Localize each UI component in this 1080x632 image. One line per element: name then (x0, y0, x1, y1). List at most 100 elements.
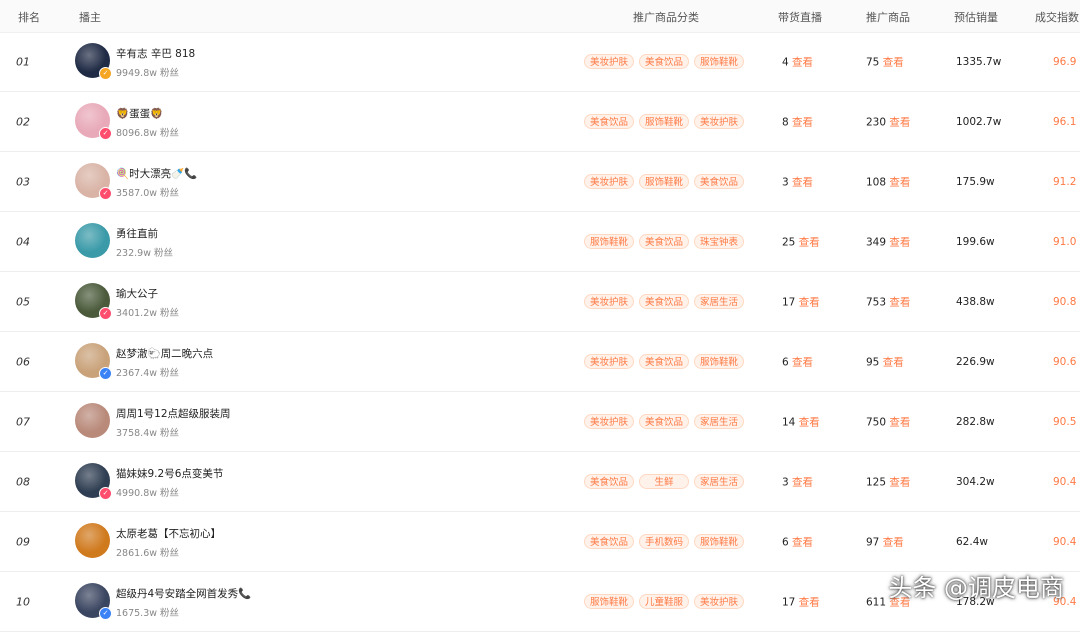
view-live-link[interactable]: 查看 (792, 476, 813, 488)
view-goods-link[interactable]: 查看 (889, 176, 910, 188)
view-live-link[interactable]: 查看 (792, 536, 813, 548)
view-goods-link[interactable]: 查看 (883, 356, 904, 368)
category-tag: 美妆护肤 (694, 114, 744, 129)
deal-index: 90.8 (1053, 295, 1077, 308)
category-tag: 服饰鞋靴 (694, 54, 744, 69)
view-goods-link[interactable]: 查看 (883, 56, 904, 68)
anchor-name[interactable]: 瑜大公子 (116, 286, 158, 301)
anchor-name[interactable]: 周周1号12点超级服装周 (116, 406, 231, 421)
goods-count: 349 查看 (866, 236, 911, 248)
table-row[interactable]: 01 ✓ 辛有志 辛巴 818 9949.8w 粉丝 美妆护肤 美食饮品 服饰鞋… (0, 32, 1080, 92)
fans-count: 232.9w 粉丝 (116, 248, 173, 259)
category-tag: 美妆护肤 (584, 294, 634, 309)
fans-count: 2861.6w 粉丝 (116, 548, 180, 559)
category-tag: 美妆护肤 (584, 54, 634, 69)
rank-number: 09 (16, 535, 30, 548)
table-header: 排名 播主 推广商品分类 带货直播 推广商品 预估销量 成交指数 (0, 0, 1080, 33)
view-live-link[interactable]: 查看 (799, 416, 820, 428)
estimated-sales: 226.9w (956, 355, 995, 368)
ranking-table: 01 ✓ 辛有志 辛巴 818 9949.8w 粉丝 美妆护肤 美食饮品 服饰鞋… (0, 32, 1080, 632)
table-row[interactable]: 09 太原老葛【不忘初心】 2861.6w 粉丝 美食饮品 手机数码 服饰鞋靴 … (0, 512, 1080, 572)
anchor-name[interactable]: 勇往直前 (116, 226, 158, 241)
category-tag: 家居生活 (694, 414, 744, 429)
estimated-sales: 438.8w (956, 295, 995, 308)
table-row[interactable]: 06 ✓ 赵梦澈🐑周二晚六点 2367.4w 粉丝 美妆护肤 美食饮品 服饰鞋靴… (0, 332, 1080, 392)
avatar[interactable] (75, 223, 110, 258)
category-tag: 服饰鞋靴 (694, 534, 744, 549)
estimated-sales: 282.8w (956, 415, 995, 428)
avatar-image (75, 523, 110, 558)
live-count: 17 查看 (782, 596, 820, 608)
goods-count: 95 查看 (866, 356, 904, 368)
view-live-link[interactable]: 查看 (792, 56, 813, 68)
view-goods-link[interactable]: 查看 (889, 116, 910, 128)
table-row[interactable]: 02 ✓ 🦁蛋蛋🦁 8096.8w 粉丝 美食饮品 服饰鞋靴 美妆护肤 8 查看… (0, 92, 1080, 152)
view-goods-link[interactable]: 查看 (889, 416, 910, 428)
anchor-name[interactable]: 超级丹4号安踏全网首发秀📞 (116, 586, 251, 601)
col-category: 推广商品分类 (633, 11, 699, 24)
estimated-sales: 1002.7w (956, 115, 1002, 128)
category-tag: 美食饮品 (639, 354, 689, 369)
table-row[interactable]: 03 ✓ 🍭时大漂亮🍼📞 3587.0w 粉丝 美妆护肤 服饰鞋靴 美食饮品 3… (0, 152, 1080, 212)
deal-index: 90.6 (1053, 355, 1077, 368)
view-live-link[interactable]: 查看 (792, 116, 813, 128)
anchor-name[interactable]: 辛有志 辛巴 818 (116, 46, 195, 61)
col-sales: 预估销量 (954, 11, 998, 24)
anchor-name[interactable]: 猫妹妹9.2号6点变美节 (116, 466, 223, 481)
fans-count: 4990.8w 粉丝 (116, 488, 180, 499)
avatar[interactable]: ✓ (75, 463, 112, 500)
table-row[interactable]: 04 勇往直前 232.9w 粉丝 服饰鞋靴 美食饮品 珠宝钟表 25 查看 3… (0, 212, 1080, 272)
fans-count: 3401.2w 粉丝 (116, 308, 180, 319)
live-count: 3 查看 (782, 176, 814, 188)
avatar[interactable] (75, 523, 110, 558)
avatar[interactable]: ✓ (75, 163, 112, 200)
avatar[interactable]: ✓ (75, 43, 112, 80)
category-tag: 美妆护肤 (694, 594, 744, 609)
view-goods-link[interactable]: 查看 (889, 296, 910, 308)
avatar[interactable]: ✓ (75, 343, 112, 380)
view-goods-link[interactable]: 查看 (889, 476, 910, 488)
avatar[interactable] (75, 403, 110, 438)
table-row[interactable]: 08 ✓ 猫妹妹9.2号6点变美节 4990.8w 粉丝 美食饮品 生鲜 家居生… (0, 452, 1080, 512)
view-live-link[interactable]: 查看 (799, 236, 820, 248)
category-tag: 手机数码 (639, 534, 689, 549)
view-live-link[interactable]: 查看 (792, 356, 813, 368)
fans-count: 9949.8w 粉丝 (116, 68, 180, 79)
avatar[interactable]: ✓ (75, 103, 112, 140)
deal-index: 96.9 (1053, 55, 1077, 68)
category-tag: 美食饮品 (584, 474, 634, 489)
view-goods-link[interactable]: 查看 (883, 536, 904, 548)
verified-badge-icon: ✓ (99, 307, 112, 320)
table-row[interactable]: 07 周周1号12点超级服装周 3758.4w 粉丝 美妆护肤 美食饮品 家居生… (0, 392, 1080, 452)
live-count: 25 查看 (782, 236, 820, 248)
avatar[interactable]: ✓ (75, 283, 112, 320)
rank-number: 01 (16, 55, 30, 68)
fans-count: 3758.4w 粉丝 (116, 428, 180, 439)
category-tag: 家居生活 (694, 294, 744, 309)
deal-index: 91.2 (1053, 175, 1077, 188)
deal-index: 90.4 (1053, 535, 1077, 548)
deal-index: 96.1 (1053, 115, 1077, 128)
anchor-name[interactable]: 🦁蛋蛋🦁 (116, 106, 163, 121)
anchor-name[interactable]: 赵梦澈🐑周二晚六点 (116, 346, 213, 361)
view-live-link[interactable]: 查看 (799, 596, 820, 608)
goods-count: 75 查看 (866, 56, 904, 68)
col-live: 带货直播 (778, 11, 822, 24)
category-tag: 服饰鞋靴 (639, 174, 689, 189)
view-live-link[interactable]: 查看 (792, 176, 813, 188)
table-row[interactable]: 05 ✓ 瑜大公子 3401.2w 粉丝 美妆护肤 美食饮品 家居生活 17 查… (0, 272, 1080, 332)
category-tag: 美食饮品 (639, 414, 689, 429)
estimated-sales: 304.2w (956, 475, 995, 488)
estimated-sales: 1335.7w (956, 55, 1002, 68)
anchor-name[interactable]: 太原老葛【不忘初心】 (116, 526, 221, 541)
category-tag: 服饰鞋靴 (694, 354, 744, 369)
rank-number: 08 (16, 475, 30, 488)
view-live-link[interactable]: 查看 (799, 296, 820, 308)
avatar-image (75, 223, 110, 258)
view-goods-link[interactable]: 查看 (889, 236, 910, 248)
col-score[interactable]: 成交指数 (1035, 9, 1079, 25)
anchor-name[interactable]: 🍭时大漂亮🍼📞 (116, 166, 197, 181)
deal-index: 90.4 (1053, 475, 1077, 488)
avatar[interactable]: ✓ (75, 583, 112, 620)
verified-badge-icon: ✓ (99, 487, 112, 500)
